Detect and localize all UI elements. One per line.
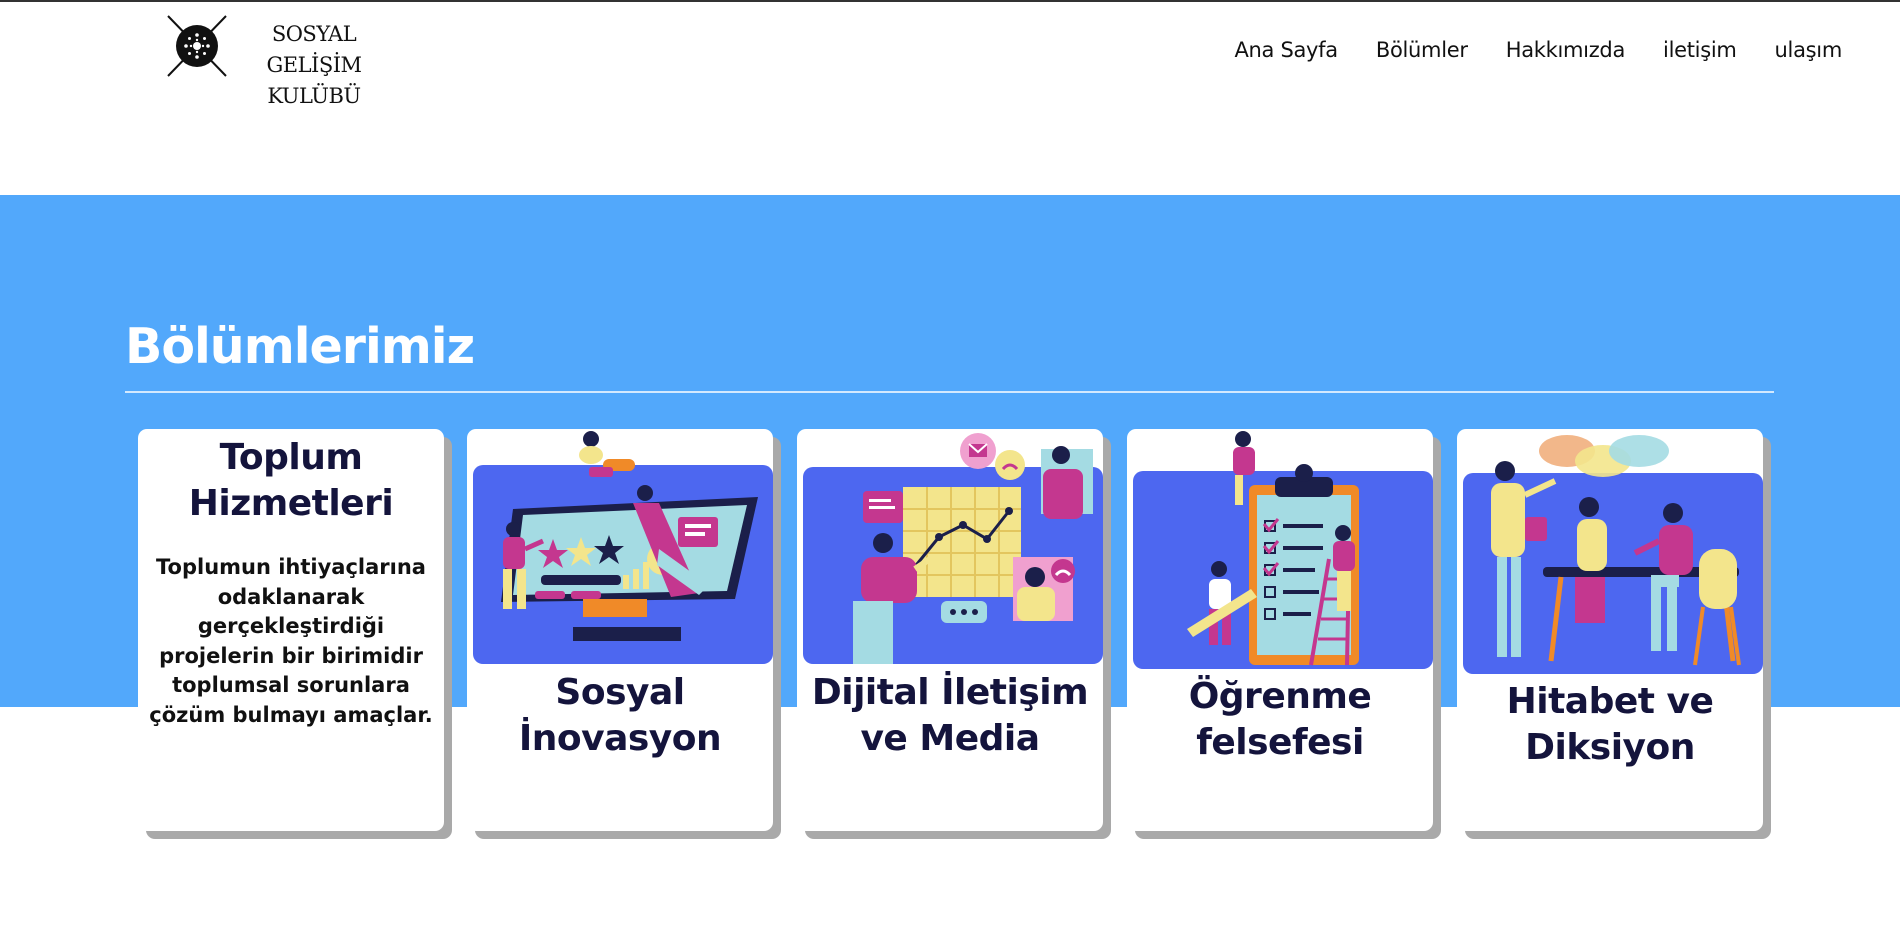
checklist-clipboard-illustration-icon [1133,431,1433,669]
team-discussion-illustration-icon [1463,435,1763,674]
card-desc-line-1: Toplumun ihtiyaçlarına [156,555,426,579]
site-logo[interactable]: SOSYAL GELİŞİM KULÜBÜ [164,14,404,108]
card-title: Dijital İletişim ve Media [803,670,1097,762]
card-title: Sosyal İnovasyon [473,670,767,762]
card-desc-line-3: gerçekleştirdiği [197,614,385,638]
card-body: Toplum Hizmetleri Toplumun ihtiyaçlarına… [138,429,444,831]
nav-iletisim[interactable]: iletişim [1663,38,1737,62]
card-body: Öğrenme felsefesi [1127,429,1433,831]
section-divider [125,391,1774,393]
card-title-line-1: Toplum [219,437,363,478]
card-title-line-2: felsefesi [1196,722,1364,763]
card-title-line-2: Diksiyon [1525,727,1695,768]
department-card-sosyal-inovasyon[interactable]: Sosyal İnovasyon [467,429,781,839]
department-card-dijital-iletisim[interactable]: Dijital İletişim ve Media [797,429,1111,839]
card-title-line-1: Dijital İletişim [811,672,1089,713]
card-desc-line-2: odaklanarak [217,584,365,609]
nav-ulasim[interactable]: ulaşım [1775,38,1843,62]
card-desc-line-6: çözüm bulmayı amaçlar. [149,702,433,727]
dashboard-teamwork-illustration-icon [473,431,773,664]
card-title-line-2: ve Media [860,718,1040,759]
section-title: Bölümlerimiz [125,318,475,375]
department-card-toplum[interactable]: Toplum Hizmetleri Toplumun ihtiyaçlarına… [138,429,452,839]
card-title-line-2: Hizmetleri [188,483,394,524]
card-body: Dijital İletişim ve Media [797,429,1103,831]
logo-emblem-icon [167,15,227,77]
logo-wordmark: SOSYAL GELİŞİM KULÜBÜ [228,19,400,112]
card-title-line-1: Öğrenme [1188,676,1372,717]
logo-line-1: SOSYAL GELİŞİM [266,22,362,77]
card-body: Sosyal İnovasyon [467,429,773,831]
card-body: Hitabet ve Diksiyon [1457,429,1763,831]
digital-communication-illustration-icon [803,433,1103,664]
nav-hakkimizda[interactable]: Hakkımızda [1506,38,1626,62]
card-desc-line-4: projelerin bir birimidir [159,643,423,668]
card-title-line-1: Hitabet ve [1506,681,1714,722]
card-title-line-1: Sosyal [555,672,685,713]
nav-ana-sayfa[interactable]: Ana Sayfa [1234,38,1338,62]
main-nav: Ana Sayfa Bölümler Hakkımızda iletişim u… [1234,38,1842,62]
card-title: Hitabet ve Diksiyon [1463,679,1757,771]
department-card-ogrenme[interactable]: Öğrenme felsefesi [1127,429,1441,839]
card-desc-line-5: toplumsal sorunlara [172,673,410,697]
site-header: SOSYAL GELİŞİM KULÜBÜ Ana Sayfa Bölümler… [0,2,1900,195]
card-description: Toplumun ihtiyaçlarına odaklanarak gerçe… [144,553,438,730]
card-title: Toplum Hizmetleri [144,435,438,527]
nav-bolumler[interactable]: Bölümler [1376,38,1468,62]
logo-line-2: KULÜBÜ [267,84,361,108]
department-card-hitabet[interactable]: Hitabet ve Diksiyon [1457,429,1771,839]
card-title-line-2: İnovasyon [518,718,722,759]
card-title: Öğrenme felsefesi [1133,674,1427,766]
